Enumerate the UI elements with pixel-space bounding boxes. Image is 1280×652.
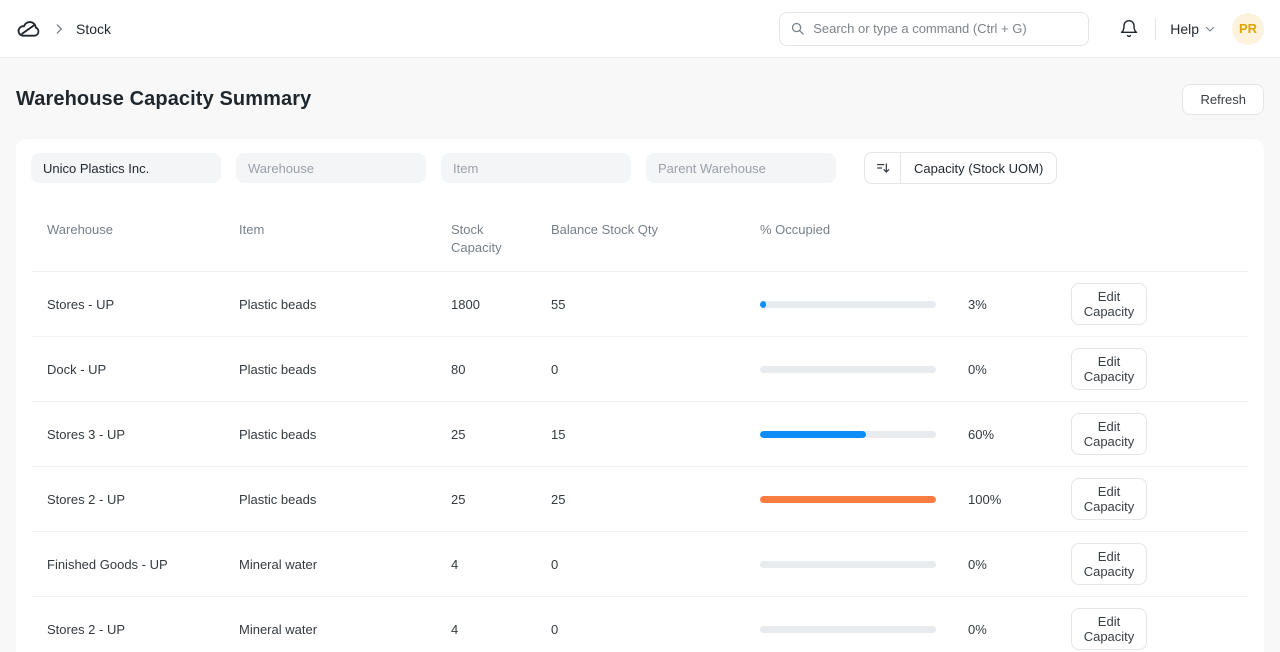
percent-occupied-cell: 0% [936,557,1071,572]
report-card: Capacity (Stock UOM) Warehouse Item Stoc… [16,139,1264,652]
warehouse-cell: Dock - UP [47,362,239,377]
search-input[interactable] [813,21,1078,36]
bell-icon [1119,19,1139,39]
warehouse-cell: Stores 2 - UP [47,622,239,637]
table-row: Stores 2 - UPPlastic beads2525100%Edit C… [31,467,1249,532]
stock-capacity-cell: 80 [451,362,551,377]
parent-warehouse-filter-input[interactable] [646,153,836,183]
edit-capacity-button[interactable]: Edit Capacity [1071,413,1147,455]
occupancy-bar-cell [760,626,936,633]
occupancy-bar-cell [760,496,936,503]
edit-capacity-cell: Edit Capacity [1071,608,1161,650]
help-menu-button[interactable]: Help [1170,21,1216,37]
progress-track [760,431,936,438]
stock-capacity-cell: 4 [451,557,551,572]
percent-occupied-cell: 100% [936,492,1071,507]
navbar-divider [1155,18,1156,40]
edit-capacity-cell: Edit Capacity [1071,413,1161,455]
col-header-warehouse: Warehouse [47,221,239,239]
sort-control: Capacity (Stock UOM) [864,152,1057,184]
balance-stock-qty-cell: 15 [551,427,760,442]
item-cell: Plastic beads [239,427,451,442]
edit-capacity-button[interactable]: Edit Capacity [1071,283,1147,325]
balance-stock-qty-cell: 0 [551,557,760,572]
occupancy-bar-cell [760,431,936,438]
progress-track [760,626,936,633]
edit-capacity-button[interactable]: Edit Capacity [1071,543,1147,585]
sort-descending-icon [875,160,891,176]
warehouse-cell: Stores - UP [47,297,239,312]
search-icon [790,21,805,36]
table-row: Stores - UPPlastic beads180055 3%Edit Cap… [31,272,1249,337]
stock-capacity-cell: 25 [451,492,551,507]
balance-stock-qty-cell: 0 [551,362,760,377]
warehouse-filter-input[interactable] [236,153,426,183]
progress-fill [760,431,866,438]
help-label: Help [1170,21,1199,37]
percent-occupied-cell: 0% [936,362,1071,377]
progress-track [760,561,936,568]
chevron-down-icon [1204,23,1216,35]
edit-capacity-button[interactable]: Edit Capacity [1071,478,1147,520]
table-row: Dock - UPPlastic beads800 0%Edit Capacity [31,337,1249,402]
app-logo-icon[interactable] [16,16,42,42]
capacity-table: Warehouse Item Stock Capacity Balance St… [16,197,1264,652]
stock-capacity-cell: 1800 [451,297,551,312]
balance-stock-qty-cell: 55 [551,297,760,312]
percent-occupied-cell: 60% [936,427,1071,442]
company-filter-input[interactable] [31,153,221,183]
edit-capacity-button[interactable]: Edit Capacity [1071,608,1147,650]
breadcrumb: Stock [16,16,111,42]
page-title: Warehouse Capacity Summary [16,88,311,111]
chevron-right-icon [52,22,66,36]
page-head: Warehouse Capacity Summary Refresh [0,58,1280,139]
col-header-percent-occupied: % Occupied [760,221,936,239]
progress-track [760,301,936,308]
warehouse-cell: Stores 2 - UP [47,492,239,507]
filter-bar: Capacity (Stock UOM) [16,139,1264,197]
sort-direction-button[interactable] [865,153,901,183]
stock-capacity-cell: 4 [451,622,551,637]
warehouse-cell: Stores 3 - UP [47,427,239,442]
item-filter-input[interactable] [441,153,631,183]
percent-occupied-cell: 3% [936,297,1071,312]
table-body: Stores - UPPlastic beads1800553%Edit Cap… [31,272,1249,652]
progress-track [760,366,936,373]
refresh-button[interactable]: Refresh [1182,84,1264,115]
edit-capacity-cell: Edit Capacity [1071,283,1161,325]
notifications-button[interactable] [1115,15,1143,43]
progress-fill [760,496,936,503]
item-cell: Mineral water [239,557,451,572]
item-cell: Plastic beads [239,492,451,507]
stock-capacity-cell: 25 [451,427,551,442]
item-cell: Plastic beads [239,362,451,377]
table-header-row: Warehouse Item Stock Capacity Balance St… [31,197,1249,272]
balance-stock-qty-cell: 25 [551,492,760,507]
edit-capacity-cell: Edit Capacity [1071,348,1161,390]
sort-field-button[interactable]: Capacity (Stock UOM) [901,153,1056,183]
col-header-balance-stock-qty: Balance Stock Qty [551,221,760,239]
progress-track [760,496,936,503]
balance-stock-qty-cell: 0 [551,622,760,637]
table-row: Finished Goods - UPMineral water40 0%Edit… [31,532,1249,597]
navbar: Stock Help PR [0,0,1280,58]
col-header-item: Item [239,221,451,239]
progress-fill [760,301,766,308]
warehouse-cell: Finished Goods - UP [47,557,239,572]
table-row: Stores 3 - UPPlastic beads2515 60%Edit Ca… [31,402,1249,467]
percent-occupied-cell: 0% [936,622,1071,637]
col-header-stock-capacity: Stock Capacity [451,221,551,257]
occupancy-bar-cell [760,366,936,373]
occupancy-bar-cell [760,561,936,568]
occupancy-bar-cell [760,301,936,308]
global-search[interactable] [779,12,1089,46]
edit-capacity-button[interactable]: Edit Capacity [1071,348,1147,390]
edit-capacity-cell: Edit Capacity [1071,543,1161,585]
breadcrumb-item-stock[interactable]: Stock [76,21,111,37]
edit-capacity-cell: Edit Capacity [1071,478,1161,520]
user-avatar[interactable]: PR [1232,13,1264,45]
table-row: Stores 2 - UPMineral water40 0%Edit Capac… [31,597,1249,652]
item-cell: Mineral water [239,622,451,637]
item-cell: Plastic beads [239,297,451,312]
